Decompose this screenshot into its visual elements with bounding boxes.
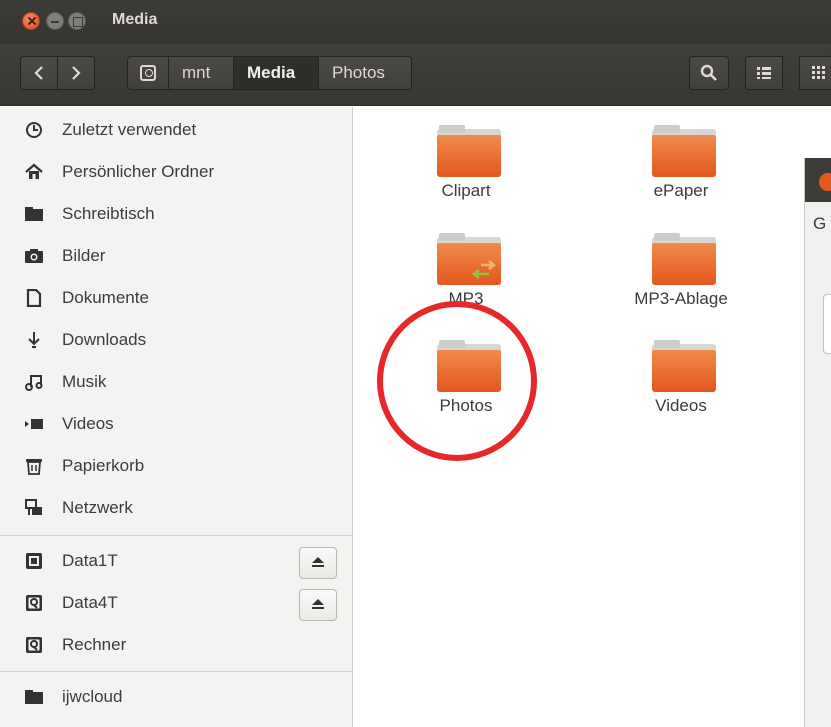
document-icon (24, 288, 44, 308)
folder-icon (652, 233, 716, 285)
grid-view-icon (812, 66, 825, 79)
toolbar: mnt Media Photos (0, 44, 831, 106)
folder-label: ePaper (653, 181, 709, 200)
eject-button[interactable] (299, 547, 337, 579)
folder-icon (24, 687, 44, 707)
breadcrumb-mnt[interactable]: mnt (168, 56, 234, 90)
sidebar-separator (0, 671, 352, 672)
folder-icon (437, 233, 501, 285)
sidebar-item-label: Zuletzt verwendet (62, 120, 197, 139)
search-button[interactable] (689, 56, 729, 90)
drive-icon (24, 551, 44, 571)
sidebar-item-ijwcloud[interactable]: ijwcloud (0, 677, 352, 717)
sidebar-item-network[interactable]: Netzwerk (0, 488, 352, 528)
sidebar-item-label: Papierkorb (62, 456, 145, 475)
sidebar-item-home[interactable]: Persönlicher Ordner (0, 152, 352, 192)
sidebar-item-label: Persönlicher Ordner (62, 162, 215, 181)
breadcrumb-photos[interactable]: Photos (318, 56, 412, 90)
drive-icon (24, 593, 44, 613)
folder-label: MP3-Ablage (634, 289, 728, 308)
clock-icon (24, 120, 44, 140)
back-button[interactable] (20, 56, 58, 90)
camera-icon (24, 246, 44, 266)
maximize-window-button[interactable] (68, 12, 86, 30)
sidebar-item-label: Videos (62, 414, 114, 433)
eject-button[interactable] (299, 589, 337, 621)
sidebar-item-label: Schreibtisch (62, 204, 155, 223)
sidebar-item-documents[interactable]: Dokumente (0, 278, 352, 318)
chevron-right-icon (72, 66, 81, 80)
music-icon (24, 372, 44, 392)
desktop-folder-icon (24, 204, 44, 224)
close-window-button[interactable] (22, 12, 40, 30)
sidebar-item-pictures[interactable]: Bilder (0, 236, 352, 276)
download-icon (24, 330, 44, 350)
sidebar-item-label: Rechner (62, 635, 127, 654)
breadcrumb-drive[interactable] (127, 56, 169, 90)
network-icon (24, 498, 44, 518)
sidebar-item-label: Data1T (62, 551, 118, 570)
folder-item[interactable]: Videos (616, 330, 746, 440)
folder-label: Videos (655, 396, 707, 415)
sidebar-item-videos[interactable]: Videos (0, 404, 352, 444)
folder-icon (652, 125, 716, 177)
close-icon[interactable] (819, 173, 831, 191)
sidebar-item-recent[interactable]: Zuletzt verwendet (0, 110, 352, 150)
sidebar-item-music[interactable]: Musik (0, 362, 352, 402)
list-view-icon (757, 67, 771, 79)
sidebar-item-label: Dokumente (62, 288, 149, 307)
folder-icon (652, 340, 716, 392)
minimize-window-button[interactable] (46, 12, 64, 30)
home-icon (24, 162, 44, 182)
list-view-button[interactable] (745, 56, 783, 90)
sidebar-item-label: ijwcloud (62, 687, 123, 706)
chevron-left-icon (34, 66, 43, 80)
folder-item[interactable]: MP3-Ablage (616, 223, 746, 333)
sidebar-separator (0, 535, 352, 536)
sidebar: Zuletzt verwendet Persönlicher Ordner Sc… (0, 107, 353, 727)
background-window-text: G (813, 214, 827, 233)
folder-icon (437, 125, 501, 177)
sidebar-item-label: Bilder (62, 246, 106, 265)
forward-button[interactable] (57, 56, 95, 90)
title-bar: Media (0, 0, 831, 44)
eject-icon (311, 557, 325, 569)
window-title: Media (112, 11, 158, 28)
sidebar-item-label: Data4T (62, 593, 118, 612)
breadcrumb-media[interactable]: Media (233, 56, 319, 90)
highlight-circle (377, 301, 537, 461)
video-icon (24, 414, 44, 434)
sidebar-item-label: Downloads (62, 330, 147, 349)
background-window-field (823, 294, 831, 354)
drive-icon (140, 65, 156, 81)
search-icon (700, 64, 717, 81)
sidebar-item-desktop[interactable]: Schreibtisch (0, 194, 352, 234)
sidebar-item-label: Musik (62, 372, 107, 391)
symlink-arrows-icon (471, 260, 497, 279)
background-window[interactable]: G (804, 158, 831, 727)
trash-icon (24, 456, 44, 476)
sidebar-item-label: Netzwerk (62, 498, 133, 517)
eject-icon (311, 599, 325, 611)
folder-label: Clipart (441, 181, 491, 200)
sidebar-item-trash[interactable]: Papierkorb (0, 446, 352, 486)
drive-icon (24, 635, 44, 655)
grid-view-button[interactable] (799, 56, 831, 90)
folder-item[interactable]: ePaper (616, 115, 746, 225)
sidebar-item-computer[interactable]: Rechner (0, 625, 352, 665)
sidebar-item-downloads[interactable]: Downloads (0, 320, 352, 360)
folder-item[interactable]: Clipart (401, 115, 531, 225)
